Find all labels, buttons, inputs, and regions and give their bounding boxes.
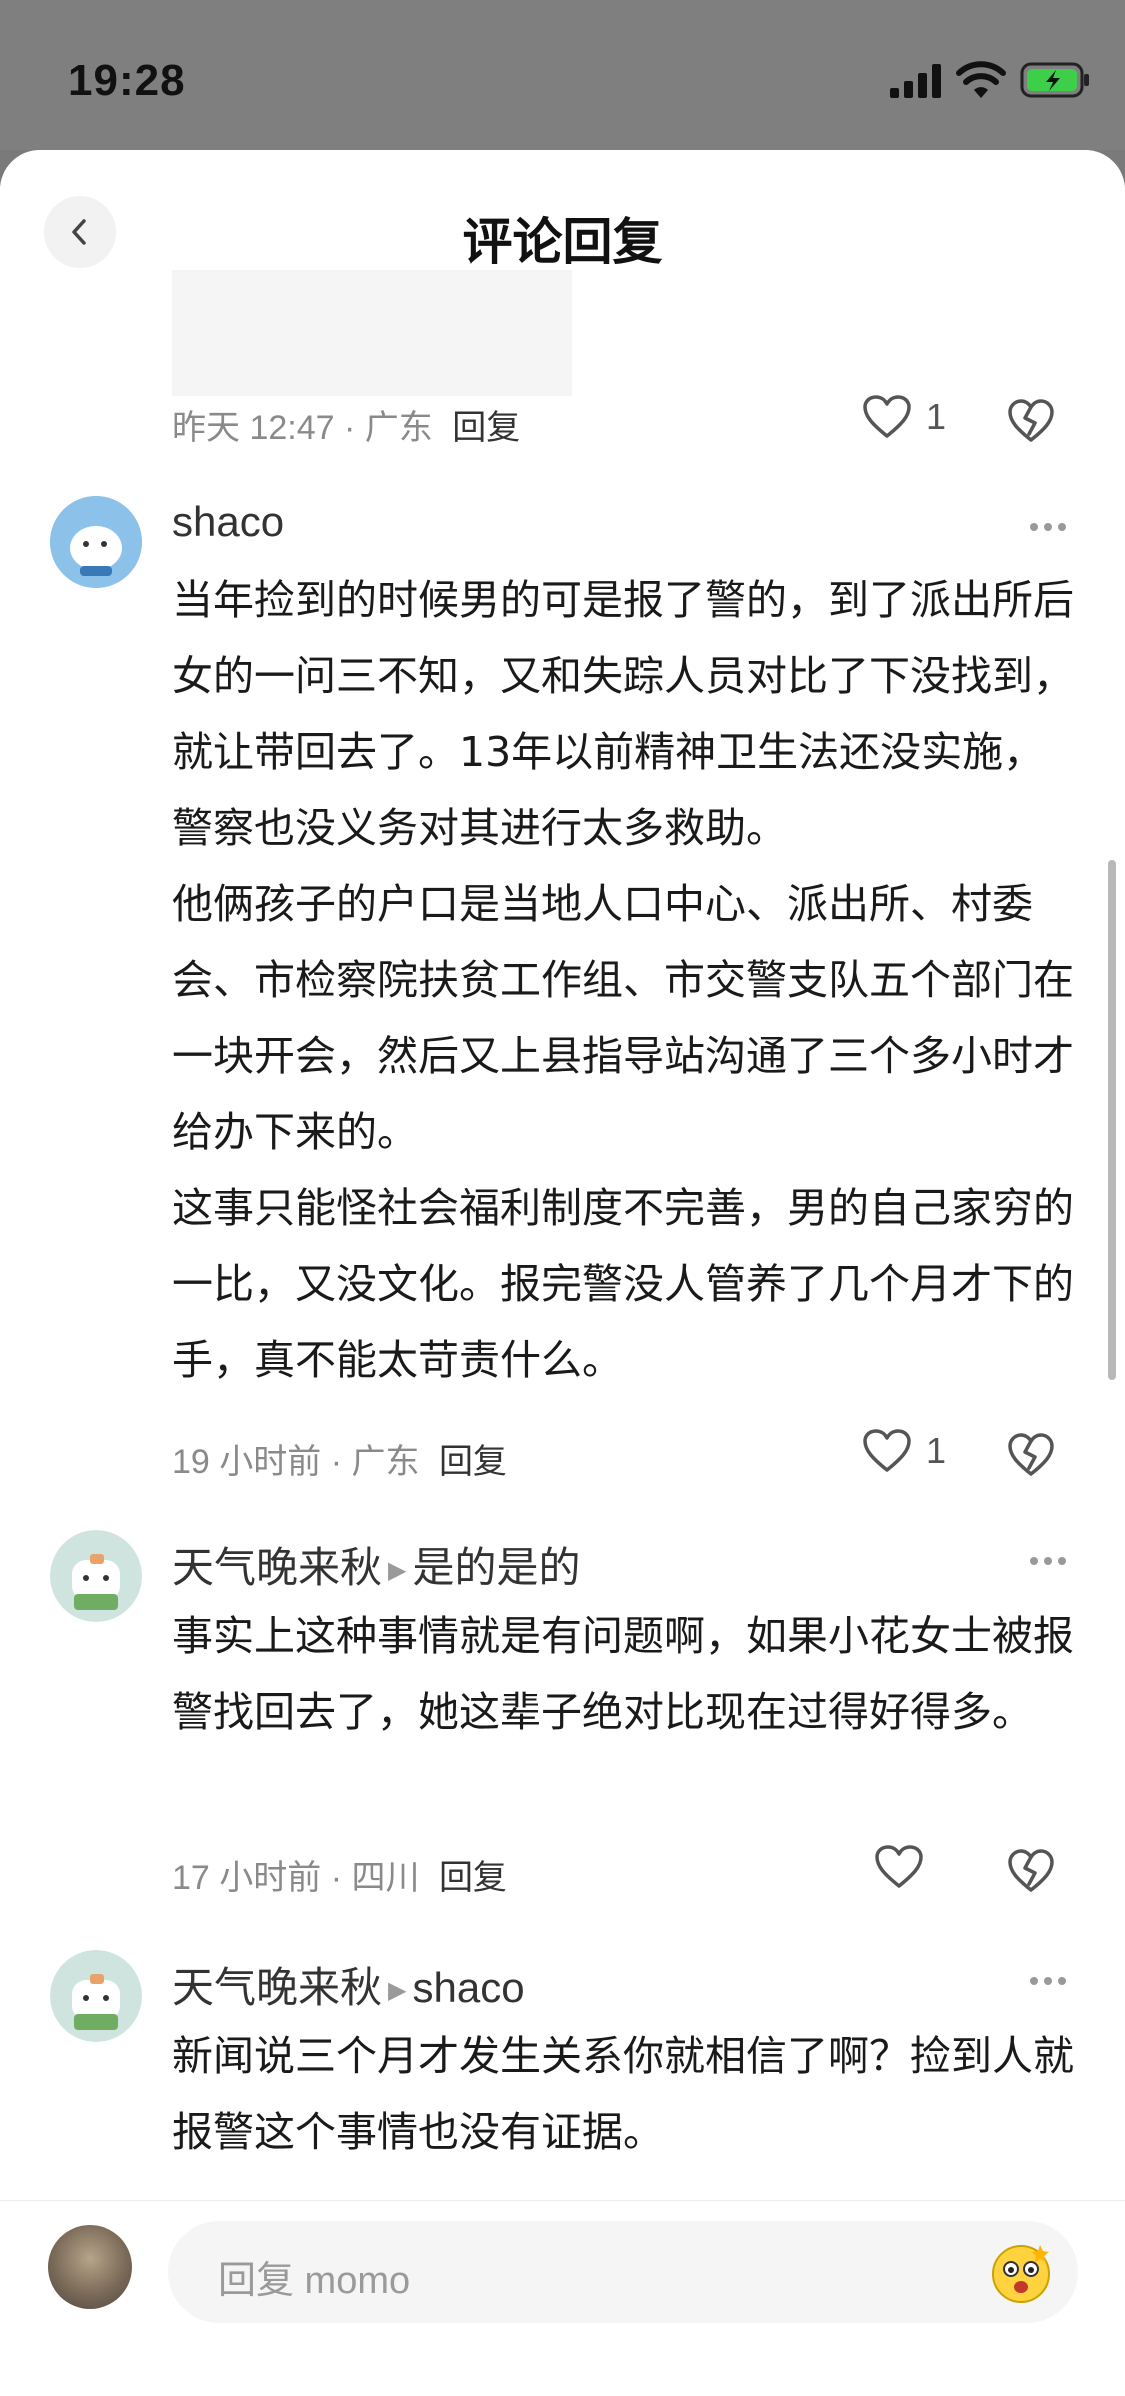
status-bar: 19:28 [0, 0, 1125, 150]
more-dots-icon[interactable] [1030, 1970, 1074, 1985]
more-dots-icon[interactable] [1030, 1550, 1074, 1565]
comment-username[interactable]: 天气晚来秋 ▶ shaco [172, 1954, 525, 2015]
avatar-image [50, 496, 142, 588]
comment-username[interactable]: 天气晚来秋 ▶ 是的是的 [172, 1534, 581, 1595]
avatar-image [50, 1530, 142, 1622]
like-button[interactable]: 1 [862, 1428, 946, 1474]
broken-heart-icon[interactable] [1006, 1430, 1056, 1480]
reply-link[interactable]: 回复 [439, 1443, 507, 1481]
user-avatar[interactable] [48, 2225, 132, 2309]
comment-meta: 17 小时前 · 四川 回复 [172, 1850, 507, 1899]
broken-heart-icon[interactable] [1006, 396, 1056, 446]
header: 评论回复 [0, 150, 1125, 271]
comment-text: 事实上这种事情就是有问题啊，如果小花女士被报警找回去了，她这辈子绝对比现在过得好… [172, 1612, 1074, 1736]
heart-icon [863, 1429, 911, 1472]
more-dots-icon[interactable] [1030, 516, 1074, 531]
comment-username[interactable]: shaco [172, 498, 284, 546]
comment-text: 当年捡到的时候男的可是报了警的，到了派出所后女的一问三不知，又和失踪人员对比了下… [172, 576, 1074, 1384]
avatar[interactable] [50, 1530, 142, 1622]
comment-text: 新闻说三个月才发生关系你就相信了啊？捡到人就报警这个事情也没有证据。 [172, 2032, 1074, 2156]
emoji-face-icon[interactable] [988, 2239, 1054, 2305]
bottom-reply-bar: 回复 momo [0, 2200, 1125, 2396]
comment-meta: 昨天 12:47 · 广东 回复 [172, 400, 520, 449]
comment-time-location: 昨天 12:47 · 广东 [172, 409, 433, 447]
avatar[interactable] [50, 496, 142, 588]
heart-icon [875, 1845, 923, 1888]
comment-reply-sheet: 评论回复 昨天 12:47 · 广东 回复 1 shaco 当年捡到的时候男的可… [0, 150, 1125, 2396]
like-button[interactable] [874, 1844, 924, 1890]
comment-time-location: 17 小时前 · 四川 [172, 1859, 420, 1897]
battery-icon [1020, 62, 1089, 98]
reply-input-placeholder: 回复 momo [218, 2260, 411, 2302]
reply-link[interactable]: 回复 [452, 409, 520, 447]
reply-to-username[interactable]: shaco [412, 1964, 524, 2011]
comment-time-location: 19 小时前 · 广东 [172, 1443, 420, 1481]
reply-input[interactable]: 回复 momo [168, 2221, 1078, 2323]
like-count: 1 [926, 396, 947, 437]
like-button[interactable]: 1 [862, 394, 946, 440]
wifi-icon [956, 61, 1006, 98]
heart-icon [863, 395, 911, 438]
broken-heart-icon[interactable] [1006, 1846, 1056, 1896]
like-count: 1 [926, 1430, 947, 1471]
avatar[interactable] [50, 1950, 142, 2042]
page-title: 评论回复 [462, 213, 663, 271]
signal-icon [890, 64, 941, 98]
comment-meta: 19 小时前 · 广东 回复 [172, 1434, 507, 1483]
reply-arrow-icon: ▶ [388, 1977, 407, 2005]
scrollbar[interactable] [1108, 860, 1116, 1380]
avatar-image [50, 1950, 142, 2042]
reply-to-username[interactable]: 是的是的 [412, 1544, 580, 1591]
reply-link[interactable]: 回复 [439, 1859, 507, 1897]
reply-arrow-icon: ▶ [388, 1557, 407, 1585]
status-time: 19:28 [68, 56, 186, 105]
